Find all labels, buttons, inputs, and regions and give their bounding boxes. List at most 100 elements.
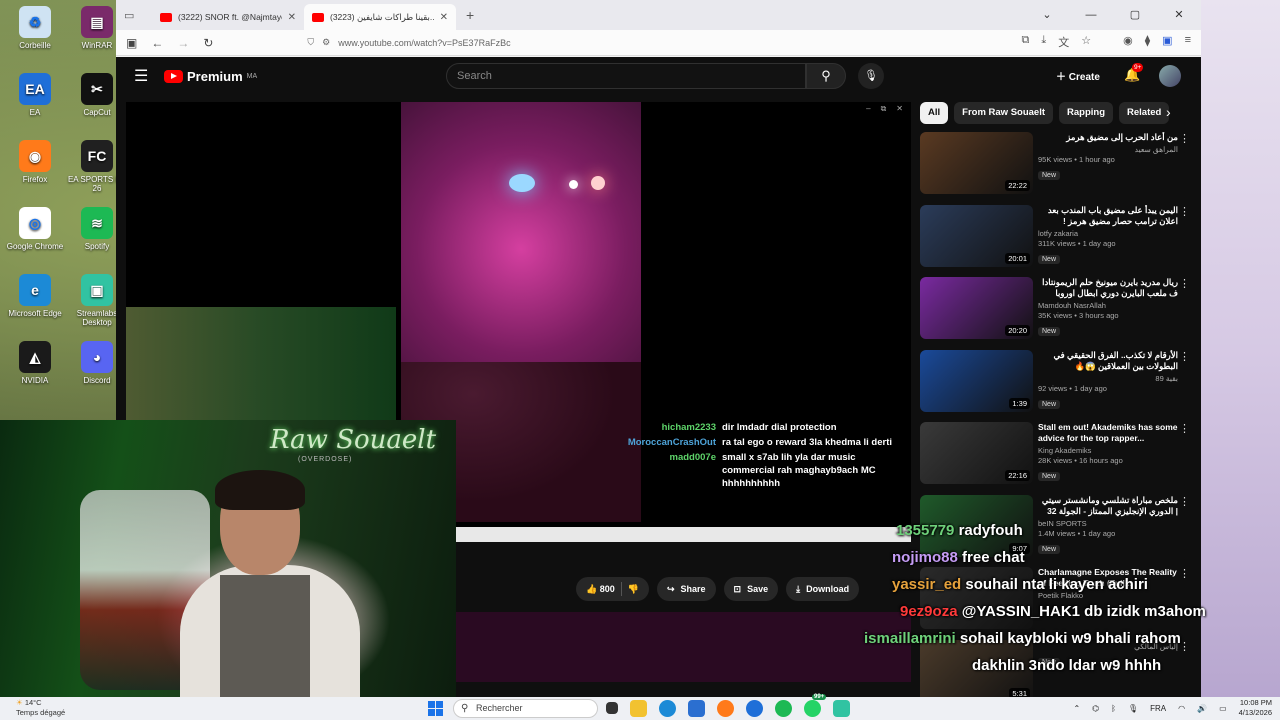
search-button[interactable]: ⚲ [806,63,846,89]
tab-list-icon[interactable]: ⌄ [1025,0,1069,30]
translate-icon[interactable]: 文 [1058,34,1069,50]
file-explorer-icon[interactable] [630,700,647,717]
language-indicator[interactable]: FRA [1150,704,1166,713]
recommended-video[interactable]: 22:16 Stall em out! Akademiks has some ad… [920,422,1190,486]
mic-icon[interactable]: 🎙 [1128,704,1138,713]
video-thumbnail[interactable]: 20:20 [920,277,1033,339]
guide-menu-icon[interactable]: ☰ [134,66,164,86]
restore-icon[interactable]: ⧉ [881,104,887,114]
notifications-button[interactable]: 🔔 9+ [1124,63,1144,83]
recommended-video[interactable]: 1:39 الأرقام لا تكذب.. الفرق الحقيقي في ا… [920,349,1190,414]
save-page-icon[interactable]: ⤓ [1041,34,1046,50]
close-tab-icon[interactable]: ✕ [440,12,448,23]
desktop-icon[interactable]: ◉ Firefox [4,140,66,184]
chip-rapping[interactable]: Rapping [1059,102,1114,124]
channel-name[interactable]: beIN SPORTS [1038,519,1178,528]
ea-icon[interactable] [746,700,763,717]
video-title[interactable]: Stall em out! Akademiks has some advice … [1038,422,1178,444]
video-thumbnail[interactable]: 20:01 [920,204,1033,267]
download-button[interactable]: ⤓ Download [786,577,860,601]
extensions-icon[interactable]: ⧫ [1145,34,1150,50]
account-icon[interactable]: ◉ [1123,34,1133,50]
new-tab-button[interactable]: + [466,7,474,23]
youtube-logo[interactable]: Premium MA [164,69,257,84]
dislike-button[interactable]: 👎 [628,584,639,595]
close-icon[interactable]: ✕ [896,104,903,114]
sidebar-toggle-icon[interactable]: ▣ [126,36,137,50]
recommended-video[interactable]: 22:22 من أعاد الحرب إلى مضيق هرمز المراهق … [920,132,1190,196]
back-icon[interactable]: ← [151,36,163,50]
channel-name[interactable]: المراهق سعيد [1038,145,1178,154]
edge-icon[interactable] [659,700,676,717]
menu-icon[interactable]: ≡ [1185,34,1191,50]
address-bar[interactable]: ⛉ ⚙ www.youtube.com/watch?v=PsE37RaFzBc [307,37,510,48]
video-thumbnail[interactable]: 22:16 [920,422,1033,484]
translate-ext-icon[interactable]: ▣ [1162,34,1172,50]
chevron-right-icon[interactable]: › [1166,104,1171,120]
tab-actions-icon[interactable]: ▭ [124,9,152,22]
video-title[interactable]: من أعاد الحرب إلى مضيق هرمز [1038,132,1178,143]
more-options-icon[interactable]: ⋮ [1179,350,1190,363]
wifi-icon[interactable]: ◠ [1178,704,1185,713]
video-thumbnail[interactable]: 1:39 [920,349,1033,412]
desktop-icon[interactable]: ◭ NVIDIA [4,341,66,385]
search-input[interactable]: Search [446,63,806,89]
tab-current-video[interactable]: (3223) بقينا طراكات شايفين... ✕ [304,4,456,30]
video-title[interactable]: اليمن يبدأ على مضيق باب المندب بعد اعلان… [1038,205,1178,227]
shield-icon[interactable]: ⛉ [307,37,314,48]
spotify-icon[interactable] [775,700,792,717]
page-info-icon[interactable]: ⚙ [322,37,330,48]
tab-snor[interactable]: (3222) SNOR ft. @Najmtayer - I ✕ [152,4,304,30]
maximize-button[interactable]: ▢ [1113,0,1157,30]
screenshot-icon[interactable]: ⧉ [1022,34,1030,50]
minimize-button[interactable]: — [1069,0,1113,30]
video-thumbnail[interactable]: 22:22 [920,132,1033,194]
chip-from-channel[interactable]: From Raw Souaelt [954,102,1054,124]
url-text[interactable]: www.youtube.com/watch?v=PsE37RaFzBc [338,38,510,48]
desktop-icon[interactable]: ◎ Google Chrome [4,207,66,251]
create-button[interactable]: ＋ Create [1056,68,1100,83]
recommended-video[interactable]: 20:01 اليمن يبدأ على مضيق باب المندب بعد … [920,204,1190,269]
channel-name[interactable]: بقية 89 [1038,374,1178,383]
avatar[interactable] [1159,65,1181,87]
weather-widget[interactable]: ☀ 14°C Temps dégagé [16,698,65,718]
start-button[interactable] [428,701,443,716]
video-title[interactable]: ملخص مباراة تشلسي ومانشستر سيتي | الدوري… [1038,495,1178,517]
video-title[interactable]: الأرقام لا تكذب.. الفرق الحقيقي في البطو… [1038,350,1178,372]
firefox-icon[interactable] [717,700,734,717]
minimize-icon[interactable]: – [866,104,870,114]
chip-all[interactable]: All [920,102,949,124]
channel-name[interactable]: lotfy zakaria [1038,229,1178,238]
channel-name[interactable]: King Akademiks [1038,446,1178,455]
channel-name[interactable]: Mamdouh NasrAllah [1038,301,1178,310]
more-options-icon[interactable]: ⋮ [1179,205,1190,218]
share-button[interactable]: ↪ Share [656,577,716,601]
taskbar-search[interactable]: ⚲ Rechercher [453,699,598,718]
more-options-icon[interactable]: ⋮ [1179,567,1190,580]
task-view-icon[interactable] [606,702,618,714]
more-options-icon[interactable]: ⋮ [1179,495,1190,508]
battery-icon[interactable]: ▭ [1219,704,1227,713]
bookmark-star-icon[interactable]: ☆ [1081,34,1091,50]
desktop-icon[interactable]: EA EA [4,73,66,117]
chevron-up-icon[interactable]: ⌃ [1073,704,1080,713]
bluetooth-icon[interactable]: ᛒ [1111,704,1116,713]
recommended-video[interactable]: 20:20 ريال مدريد بايرن ميونيخ حلم الريمون… [920,277,1190,341]
save-button[interactable]: ⊡ Save [723,577,779,601]
more-options-icon[interactable]: ⋮ [1179,277,1190,290]
streamlabs-icon[interactable] [833,700,850,717]
reload-icon[interactable]: ↻ [203,36,213,50]
chip-related[interactable]: Related [1119,102,1170,124]
forward-icon[interactable]: → [177,36,189,50]
more-options-icon[interactable]: ⋮ [1179,132,1190,145]
clock[interactable]: 10:08 PM 4/13/2026 [1239,698,1272,718]
video-title[interactable]: ريال مدريد بايرن ميونيخ حلم الريمونتادا … [1038,277,1178,299]
close-window-button[interactable]: ✕ [1157,0,1201,30]
network-icon[interactable]: ⌬ [1092,704,1099,713]
volume-icon[interactable]: 🔊 [1197,704,1207,713]
close-tab-icon[interactable]: ✕ [288,12,296,23]
voice-search-button[interactable]: 🎙 [858,63,884,89]
whatsapp-icon[interactable]: 99+ [804,694,827,717]
more-options-icon[interactable]: ⋮ [1179,422,1190,435]
store-icon[interactable] [688,700,705,717]
